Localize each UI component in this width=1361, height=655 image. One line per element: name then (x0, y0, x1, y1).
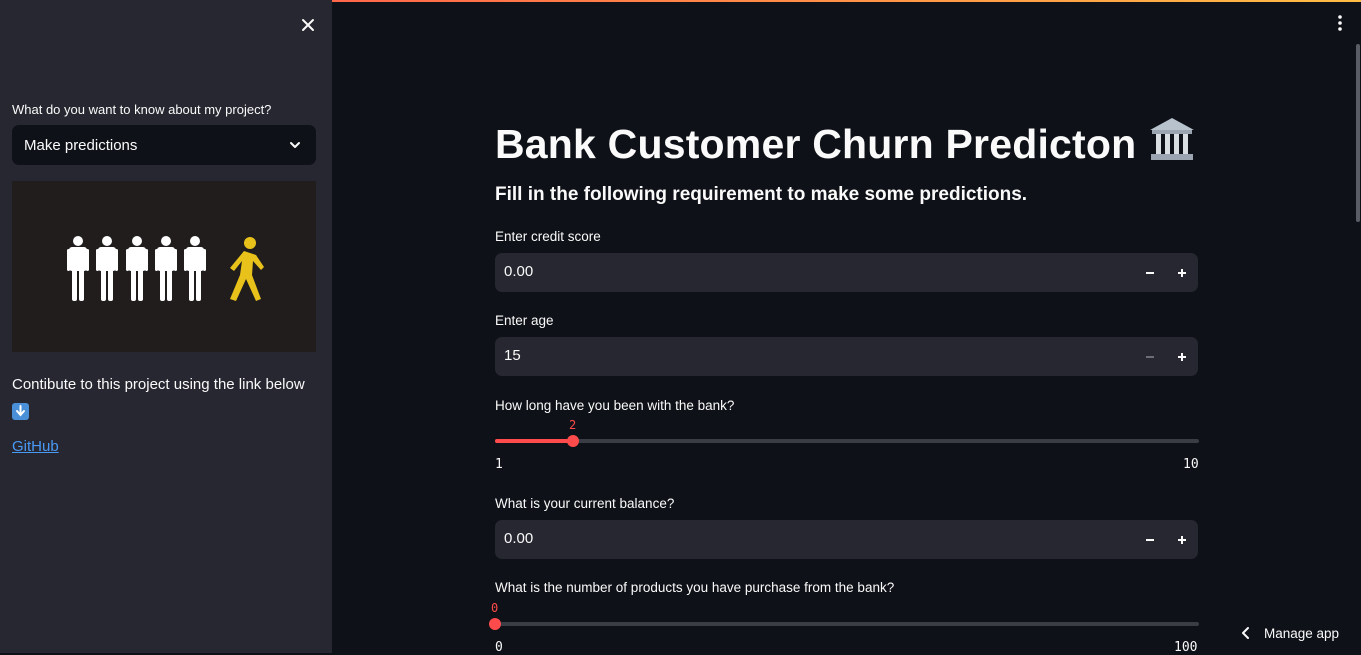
manage-app-button[interactable]: Manage app (1236, 620, 1361, 646)
balance-increment-button[interactable] (1166, 520, 1198, 559)
products-slider-thumb[interactable] (489, 618, 501, 630)
credit-score-value: 0.00 (504, 263, 534, 280)
tenure-slider-fill (495, 439, 573, 443)
minus-icon (1146, 271, 1154, 274)
contribute-text-label: Contibute to this project using the link… (12, 376, 305, 393)
credit-score-label: Enter credit score (495, 229, 601, 244)
close-icon (302, 19, 314, 31)
products-label: What is the number of products you have … (495, 580, 895, 595)
main-menu-button[interactable] (1334, 14, 1346, 32)
chevron-down-icon (290, 142, 300, 148)
tenure-slider[interactable] (495, 435, 1199, 447)
age-value: 15 (504, 347, 521, 364)
plus-icon (1178, 268, 1186, 277)
credit-score-increment-button[interactable] (1166, 253, 1198, 292)
products-slider-value: 0 (491, 601, 499, 615)
age-input[interactable]: 15 (495, 337, 1198, 376)
balance-input[interactable]: 0.00 (495, 520, 1198, 559)
project-select[interactable]: Make predictions (12, 125, 316, 165)
tenure-slider-thumb[interactable] (567, 435, 579, 447)
tenure-max-label: 10 (1183, 457, 1199, 472)
minus-icon (1146, 355, 1154, 358)
credit-score-input[interactable]: 0.00 (495, 253, 1198, 292)
balance-value: 0.00 (504, 530, 534, 547)
page-subtitle: Fill in the following requirement to mak… (495, 184, 1028, 205)
page-scrollbar[interactable] (1356, 44, 1360, 222)
minus-icon (1146, 538, 1154, 541)
age-decrement-button[interactable] (1134, 337, 1166, 376)
more-vertical-icon (1338, 15, 1342, 31)
churn-illustration-image (12, 181, 316, 352)
project-question-label: What do you want to know about my projec… (12, 102, 272, 117)
bank-icon (1148, 116, 1196, 172)
sidebar: What do you want to know about my projec… (0, 0, 332, 653)
tenure-slider-value: 2 (569, 418, 577, 432)
sidebar-close-button[interactable] (298, 15, 318, 35)
down-arrow-icon (12, 402, 29, 420)
github-link[interactable]: GitHub (12, 438, 59, 455)
page-title: Bank Customer Churn Predicton (495, 116, 1196, 172)
chevron-left-icon (1242, 627, 1249, 639)
manage-app-label: Manage app (1264, 625, 1340, 641)
page-title-text: Bank Customer Churn Predicton (495, 121, 1137, 167)
credit-score-decrement-button[interactable] (1134, 253, 1166, 292)
tenure-label: How long have you been with the bank? (495, 398, 735, 413)
plus-icon (1178, 535, 1186, 544)
project-select-value: Make predictions (24, 136, 138, 154)
contribute-text: Contibute to this project using the link… (12, 372, 322, 424)
products-slider[interactable] (489, 618, 1199, 630)
age-label: Enter age (495, 313, 554, 328)
tenure-min-label: 1 (495, 457, 503, 472)
balance-label: What is your current balance? (495, 496, 675, 511)
balance-decrement-button[interactable] (1134, 520, 1166, 559)
plus-icon (1178, 352, 1186, 361)
age-increment-button[interactable] (1166, 337, 1198, 376)
